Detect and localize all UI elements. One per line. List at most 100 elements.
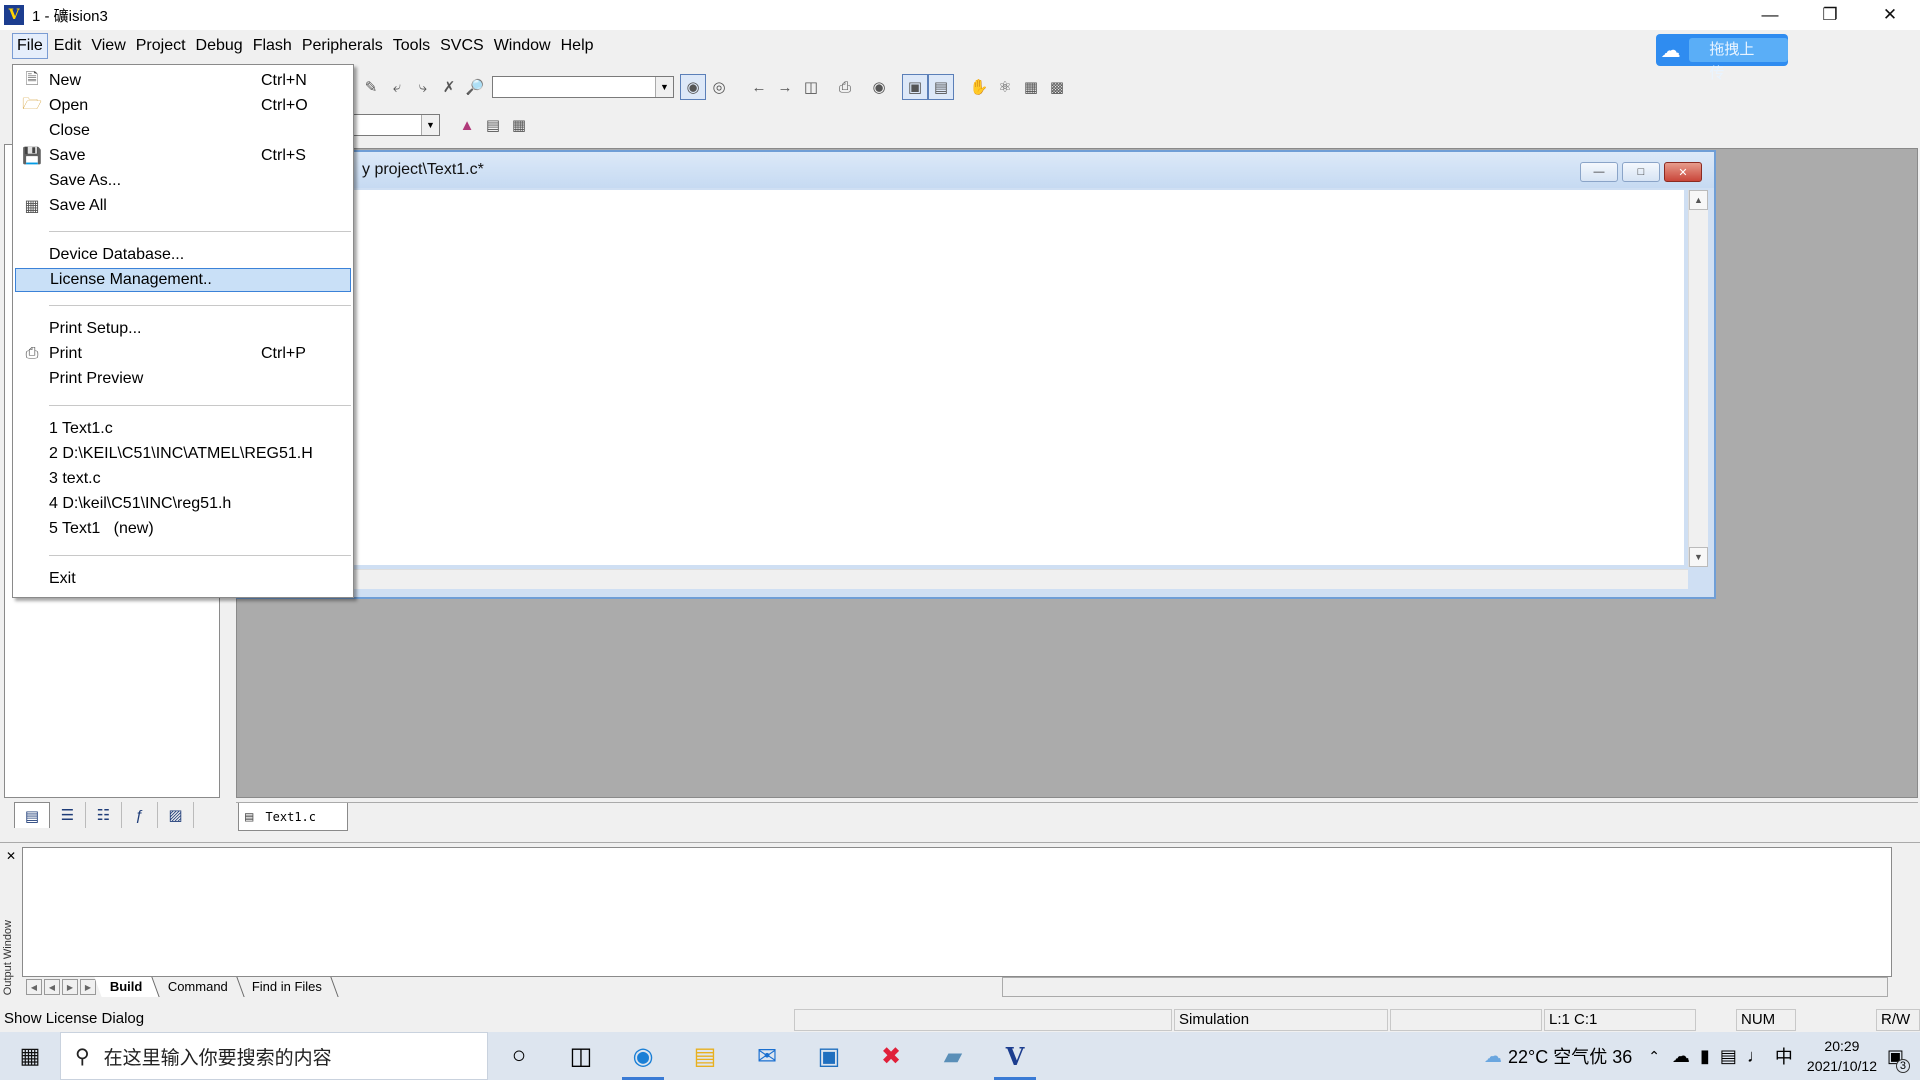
menu-item-recent-5[interactable]: 5 Text1 (new)	[15, 517, 351, 541]
doc-minimize-button[interactable]: —	[1580, 162, 1618, 182]
bookmark-clear-icon[interactable]: ✗	[436, 74, 462, 100]
find-binoculars-icon[interactable]: ◉	[680, 74, 706, 100]
dell-app-icon[interactable]: ▣	[798, 1032, 860, 1080]
first-tab-icon[interactable]: ◀	[26, 979, 42, 995]
code-editor[interactable]	[240, 190, 1684, 565]
close-output-icon[interactable]: ✕	[2, 849, 20, 863]
menu-item-exit[interactable]: Exit	[15, 567, 351, 591]
menu-item-recent-1[interactable]: 1 Text1.c	[15, 417, 351, 441]
network-icon[interactable]: ▤	[1720, 1046, 1737, 1067]
menu-item-save-all[interactable]: ▦ Save All	[15, 194, 351, 218]
editor-document-window[interactable]: y project\Text1.c* — □ ✕ ▲ ▼	[236, 150, 1716, 599]
bookmark-next-icon[interactable]: ⤷	[410, 74, 436, 100]
volume-icon[interactable]: ♩	[1747, 1046, 1765, 1067]
file-explorer-icon[interactable]: ▤	[674, 1032, 736, 1080]
menu-window[interactable]: Window	[490, 34, 555, 58]
menu-item-save-as[interactable]: Save As...	[15, 169, 351, 193]
notification-center-icon[interactable]: ▣ 3	[1887, 1046, 1910, 1073]
next-tab-icon[interactable]: ▶	[62, 979, 78, 995]
clock[interactable]: 20:29 2021/10/12	[1807, 1036, 1877, 1076]
manage-books-icon[interactable]: ▤	[480, 112, 506, 138]
last-tab-icon[interactable]: ▶	[80, 979, 96, 995]
menu-debug[interactable]: Debug	[192, 34, 247, 58]
upload-button[interactable]: ☁ 拖拽上传	[1656, 34, 1788, 82]
chevron-down-icon[interactable]: ▼	[655, 77, 673, 97]
output-vertical-scrollbar[interactable]	[1892, 847, 1914, 981]
onedrive-icon[interactable]: ☁	[1672, 1046, 1690, 1067]
source-browser-icon[interactable]: ◫	[798, 74, 824, 100]
hand-tool-icon[interactable]: ✋	[966, 74, 992, 100]
cortana-icon[interactable]: ○	[488, 1032, 550, 1080]
functions-tab-icon[interactable]: ƒ	[122, 802, 158, 828]
find-combo[interactable]: ▼	[492, 76, 674, 98]
windows-start-icon[interactable]: ▦	[0, 1032, 60, 1080]
menu-item-new[interactable]: 🗎 New Ctrl+N	[15, 69, 351, 93]
weather-text[interactable]: 22°C 空气优 36	[1508, 1043, 1632, 1069]
menu-peripherals[interactable]: Peripherals	[298, 34, 387, 58]
tools-icon[interactable]: ▩	[1044, 74, 1070, 100]
prev-tab-icon[interactable]: ◀	[44, 979, 60, 995]
uvision-taskbar-icon[interactable]: V	[984, 1032, 1046, 1080]
stop-hand-icon[interactable]: ⚛	[992, 74, 1018, 100]
target-combo[interactable]: ▼	[354, 114, 440, 136]
doc-maximize-button[interactable]: □	[1622, 162, 1660, 182]
edge-browser-icon[interactable]: ◉	[612, 1032, 674, 1080]
menu-item-save[interactable]: 💾 Save Ctrl+S	[15, 144, 351, 168]
chevron-down-icon[interactable]: ▼	[421, 115, 439, 135]
tab-build[interactable]: Build	[94, 977, 160, 997]
menu-item-recent-4[interactable]: 4 D:\keil\C51\INC\reg51.h	[15, 492, 351, 516]
bookmark-toggle-icon[interactable]: ✎	[358, 74, 384, 100]
navigate-back-icon[interactable]: ←	[746, 74, 772, 100]
configure-icon[interactable]: ▦	[1018, 74, 1044, 100]
doc-close-button[interactable]: ✕	[1664, 162, 1702, 182]
restore-button[interactable]: ❐	[1800, 0, 1860, 30]
minimize-button[interactable]: —	[1740, 0, 1800, 30]
output-toggle-icon[interactable]: ▤	[928, 74, 954, 100]
tab-find-in-files[interactable]: Find in Files	[236, 977, 340, 997]
scroll-down-icon[interactable]: ▼	[1689, 547, 1708, 567]
menu-tools[interactable]: Tools	[389, 34, 434, 58]
menu-svcs[interactable]: SVCS	[436, 34, 488, 58]
ime-indicator[interactable]: 中	[1775, 1043, 1793, 1069]
menu-item-print-setup[interactable]: Print Setup...	[15, 317, 351, 341]
manage-multiproject-icon[interactable]: ▦	[506, 112, 532, 138]
task-view-icon[interactable]: ◫	[550, 1032, 612, 1080]
scroll-up-icon[interactable]: ▲	[1689, 190, 1708, 210]
select-components-icon[interactable]: ▲	[454, 112, 480, 138]
output-text-area[interactable]	[22, 847, 1892, 977]
files-tab-icon[interactable]: ▤	[14, 802, 50, 828]
registers-tab-icon[interactable]: ☰	[50, 802, 86, 828]
mail-icon[interactable]: ✉	[736, 1032, 798, 1080]
menu-file[interactable]: File	[12, 33, 48, 59]
menu-item-license-management[interactable]: License Management..	[15, 268, 351, 292]
menu-flash[interactable]: Flash	[249, 34, 296, 58]
menu-item-recent-2[interactable]: 2 D:\KEIL\C51\INC\ATMEL\REG51.H	[15, 442, 351, 466]
xmind-icon[interactable]: ✖	[860, 1032, 922, 1080]
incremental-find-icon[interactable]: ◎	[706, 74, 732, 100]
menu-edit[interactable]: Edit	[50, 34, 86, 58]
menu-item-close[interactable]: Close	[15, 119, 351, 143]
editor-vertical-scrollbar[interactable]: ▲ ▼	[1688, 190, 1708, 567]
chevron-up-icon[interactable]: ⌃	[1648, 1048, 1660, 1065]
menu-item-print[interactable]: ⎙ Print Ctrl+P	[15, 342, 351, 366]
battery-icon[interactable]: ▮	[1700, 1046, 1710, 1067]
close-window-button[interactable]: ✕	[1860, 0, 1920, 30]
menu-item-recent-3[interactable]: 3 text.c	[15, 467, 351, 491]
navigate-forward-icon[interactable]: →	[772, 74, 798, 100]
print-toolbar-icon[interactable]: ⎙	[832, 74, 858, 100]
bookmark-prev-icon[interactable]: ⤶	[384, 74, 410, 100]
workspace-toggle-icon[interactable]: ▣	[902, 74, 928, 100]
menu-item-open[interactable]: 🗁 Open Ctrl+O	[15, 94, 351, 118]
menu-view[interactable]: View	[87, 34, 129, 58]
menu-item-print-preview[interactable]: Print Preview	[15, 367, 351, 391]
templates-tab-icon[interactable]: ▨	[158, 802, 194, 828]
tab-command[interactable]: Command	[151, 977, 245, 997]
editor-horizontal-scrollbar[interactable]	[240, 569, 1688, 589]
menu-item-device-database[interactable]: Device Database...	[15, 243, 351, 267]
books-tab-icon[interactable]: ☷	[86, 802, 122, 828]
menu-project[interactable]: Project	[132, 34, 190, 58]
find-in-files-icon[interactable]: 🔎	[462, 74, 488, 100]
menu-help[interactable]: Help	[557, 34, 598, 58]
output-horizontal-scrollbar[interactable]	[1002, 977, 1888, 997]
notepad-app-icon[interactable]: ▰	[922, 1032, 984, 1080]
